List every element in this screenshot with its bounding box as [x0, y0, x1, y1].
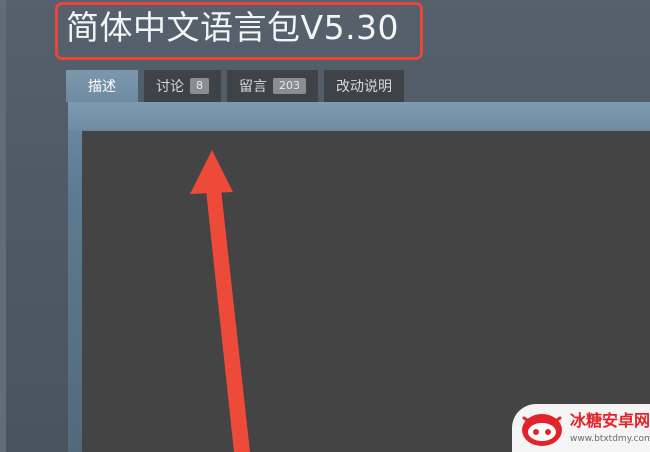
page-title: 简体中文语言包V5.30: [66, 8, 400, 47]
tab-description-label: 描述: [88, 79, 116, 95]
watermark-url: www.btxtdmy.com: [570, 434, 650, 444]
tab-changelog[interactable]: 改动说明: [324, 70, 404, 102]
tab-discussion[interactable]: 讨论 8: [144, 70, 221, 102]
tab-discussion-count-badge: 8: [190, 78, 209, 94]
tab-changelog-label: 改动说明: [336, 79, 392, 95]
tab-bar: 描述 讨论 8 留言 203 改动说明: [66, 70, 404, 102]
tab-comments-count-badge: 203: [273, 78, 306, 94]
tab-comments-label: 留言: [239, 79, 267, 95]
tab-description[interactable]: 描述: [66, 70, 138, 102]
content-topbar: [68, 102, 650, 130]
tab-comments[interactable]: 留言 203: [227, 70, 318, 102]
candy-logo-icon: [522, 414, 562, 446]
window-left-edge: [0, 0, 6, 452]
watermark-title: 冰糖安卓网: [570, 411, 650, 430]
tab-discussion-label: 讨论: [156, 79, 184, 95]
